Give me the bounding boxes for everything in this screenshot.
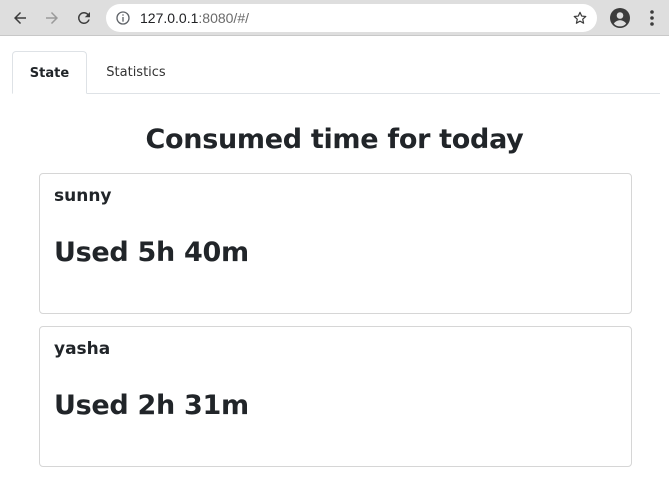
tab-state[interactable]: State	[12, 51, 87, 94]
forward-button[interactable]	[40, 6, 64, 30]
url-text[interactable]: 127.0.0.1:8080/#/	[140, 10, 249, 26]
reload-icon	[77, 11, 90, 24]
star-icon[interactable]	[572, 10, 588, 26]
user-name: yasha	[54, 339, 111, 359]
reload-button[interactable]	[72, 6, 96, 30]
user-card: sunny Used 5h 40m	[39, 173, 632, 314]
used-time: Used 2h 31m	[54, 390, 249, 421]
account-icon	[610, 8, 630, 28]
arrow-right-icon	[46, 12, 58, 24]
user-card: yasha Used 2h 31m	[39, 326, 632, 467]
back-button[interactable]	[8, 6, 32, 30]
browser-toolbar: 127.0.0.1:8080/#/	[0, 0, 669, 36]
url-path: :8080/#/	[198, 10, 249, 26]
more-vert-icon	[650, 10, 654, 26]
page-title: Consumed time for today	[145, 124, 524, 155]
tab-bar: State Statistics	[12, 51, 660, 94]
url-host: 127.0.0.1	[140, 10, 199, 26]
arrow-left-icon	[14, 12, 26, 24]
address-bar[interactable]: 127.0.0.1:8080/#/	[106, 4, 597, 32]
user-name: sunny	[54, 186, 112, 206]
used-time: Used 5h 40m	[54, 237, 249, 268]
browser-menu-button[interactable]	[640, 6, 664, 30]
tab-statistics[interactable]: Statistics	[94, 51, 178, 94]
account-button[interactable]	[608, 6, 632, 30]
info-icon[interactable]	[115, 10, 131, 26]
